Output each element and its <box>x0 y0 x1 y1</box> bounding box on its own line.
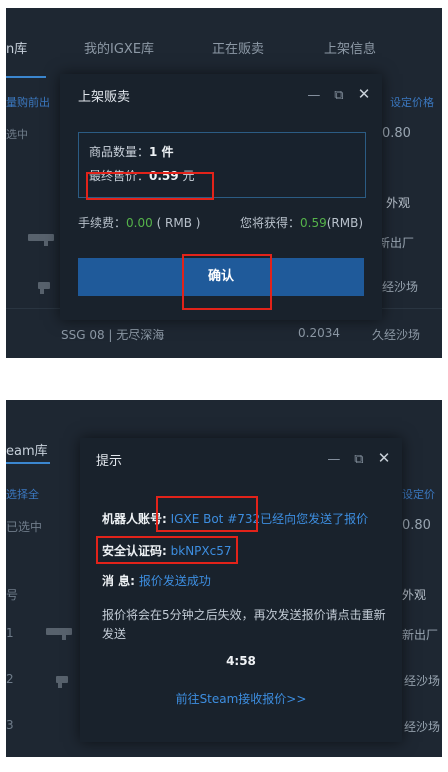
sell-screen: n库 我的IGXE库 正在贩卖 上架信息 量购前出 选中 设定价格 0.80 外… <box>6 8 442 358</box>
weapon-thumbnail <box>46 628 72 640</box>
message-line: 消 息: 报价发送成功 <box>102 572 211 589</box>
restore-icon[interactable]: ⧉ <box>331 88 347 104</box>
set-price-link[interactable]: 设定价 <box>402 486 435 502</box>
close-icon[interactable]: ✕ <box>356 86 372 102</box>
message-label: 消 息: <box>102 574 135 588</box>
quantity-label: 商品数量： <box>89 145 150 159</box>
quantity-line: 商品数量：1 件 <box>89 143 174 160</box>
wear-field-tested: 经沙场 <box>404 720 441 734</box>
wear-field-tested: 经沙场 <box>382 280 419 294</box>
active-tab-indicator <box>6 76 46 78</box>
wear-factory-new: 新出厂 <box>378 236 415 250</box>
active-tab-indicator <box>6 462 50 464</box>
row-number: 1 <box>6 626 14 640</box>
select-all-link[interactable]: 选择全 <box>6 486 39 502</box>
fee-value: 0.00 <box>126 216 153 230</box>
earnings-value: 0.59 <box>300 216 327 230</box>
set-price-link[interactable]: 设定价格 <box>390 94 434 110</box>
quantity-value: 1 件 <box>149 145 174 159</box>
minimize-icon[interactable]: — <box>306 88 322 104</box>
open-steam-offer-link[interactable]: 前往Steam接收报价>> <box>80 690 402 707</box>
tab-my-igxe-inventory[interactable]: 我的IGXE库 <box>84 38 154 57</box>
earnings-label: 您将获得： <box>240 216 301 230</box>
row-number: 2 <box>6 672 14 686</box>
minimize-icon[interactable]: — <box>326 452 342 468</box>
highlight-final-price <box>86 172 214 200</box>
weapon-thumbnail <box>28 234 54 246</box>
trade-offer-screen: eam库 选择全 已选中 号 1 2 3 设定价 0.80 外观 新出厂 经沙场… <box>6 400 442 757</box>
fee-line: 手续费：0.00 ( RMB ) <box>78 214 200 231</box>
fee-label: 手续费： <box>78 216 127 230</box>
wear-factory-new: 新出厂 <box>402 628 439 642</box>
wear-field-tested: 经沙场 <box>404 674 441 688</box>
notice-dialog: 提示 — ⧉ ✕ 机器人账号: IGXE Bot #732已经向您发送了报价 安… <box>80 438 402 742</box>
highlight-bot-name <box>156 496 258 532</box>
restore-icon[interactable]: ⧉ <box>351 452 367 468</box>
price-input-bg: 0.80 <box>382 126 411 141</box>
item-wear: 久经沙场 <box>372 328 421 342</box>
dialog-header: 上架贩卖 — ⧉ ✕ <box>60 74 382 114</box>
tab-steam-inventory[interactable]: n库 <box>6 38 27 57</box>
highlight-confirm-button <box>182 254 272 310</box>
number-header: 号 <box>6 588 19 602</box>
row-number: 3 <box>6 718 14 732</box>
expiry-note: 报价将会在5分钟之后失效，再次发送报价请点击重新发送 <box>102 608 386 641</box>
exterior-header: 外观 <box>386 196 411 210</box>
sell-dialog: 上架贩卖 — ⧉ ✕ 商品数量：1 件 最终售价：0.59 元 手续费：0.00… <box>60 74 382 320</box>
highlight-security-code <box>96 536 238 564</box>
fee-unit: ( RMB ) <box>156 216 201 230</box>
countdown-timer: 4:58 <box>226 654 256 668</box>
dialog-header: 提示 — ⧉ ✕ <box>80 438 402 478</box>
bulk-buy-link[interactable]: 量购前出 <box>6 94 50 110</box>
weapon-thumbnail <box>38 282 50 294</box>
weapon-thumbnail <box>56 676 68 688</box>
inventory-tabs: n库 我的IGXE库 正在贩卖 上架信息 <box>6 38 442 78</box>
price-input-bg: 0.80 <box>402 518 431 533</box>
tab-on-sale[interactable]: 正在贩卖 <box>212 38 264 57</box>
item-name: SSG 08 | 无尽深海 <box>61 328 165 342</box>
message-value: 报价发送成功 <box>138 574 211 588</box>
selected-label: 已选中 <box>6 520 43 534</box>
dialog-title: 上架贩卖 <box>78 90 131 105</box>
earnings-line: 您将获得：0.59(RMB) <box>240 214 363 231</box>
close-icon[interactable]: ✕ <box>376 450 392 466</box>
tab-steam-inventory[interactable]: eam库 <box>6 440 48 459</box>
selected-label: 选中 <box>6 128 28 141</box>
item-float: 0.2034 <box>298 326 340 340</box>
exterior-header: 外观 <box>402 588 427 602</box>
dialog-title: 提示 <box>96 454 123 469</box>
earnings-unit: (RMB) <box>326 216 364 230</box>
tab-listing-info[interactable]: 上架信息 <box>324 38 376 57</box>
